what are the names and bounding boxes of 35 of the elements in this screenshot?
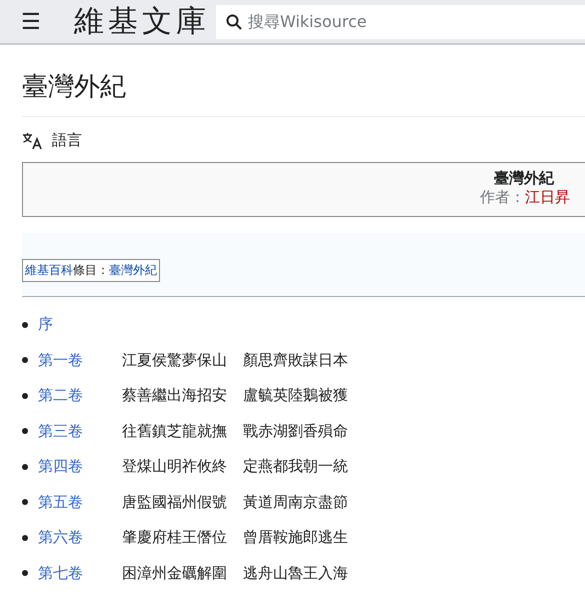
translate-icon bbox=[22, 132, 44, 150]
chapter-summary: 顏思齊敗謀日本 bbox=[243, 350, 348, 370]
chapter-link[interactable]: 第六卷 bbox=[38, 528, 122, 548]
chapter-link[interactable]: 第七卷 bbox=[38, 564, 122, 583]
chapter-summary: 困漳州金礪解圍 bbox=[122, 564, 227, 583]
chapter-summary: 黃道周南京盡節 bbox=[243, 492, 348, 512]
author-link[interactable]: 江日昇 bbox=[525, 188, 570, 207]
search-field[interactable]: 搜尋Wikisource bbox=[216, 4, 585, 38]
chapter-summary: 登煤山明祚攸終 bbox=[122, 457, 227, 476]
chapter-link[interactable]: 第五卷 bbox=[38, 492, 122, 512]
chapter-summary: 江夏侯驚夢保山 bbox=[122, 350, 227, 370]
chapter-link[interactable]: 第二卷 bbox=[38, 386, 122, 406]
chapter-link[interactable]: 序 bbox=[38, 315, 122, 334]
chapter-summary: 逃舟山魯王入海 bbox=[243, 564, 348, 583]
wikipedia-link[interactable]: 維基百科 bbox=[25, 262, 73, 279]
chapter-summary: 蔡善繼出海招安 bbox=[122, 386, 227, 406]
article-link[interactable]: 臺灣外紀 bbox=[109, 262, 157, 279]
chapter-summary: 唐監國福州假號 bbox=[122, 492, 227, 512]
work-title: 臺灣外紀 bbox=[494, 169, 554, 188]
chapter-summary: 盧毓英陸鵝被獲 bbox=[243, 386, 348, 406]
chapter-summary: 曾厝鞍施郎逃生 bbox=[243, 528, 348, 548]
language-button[interactable]: 語言 bbox=[22, 131, 82, 150]
page-title: 臺灣外紀 bbox=[22, 45, 585, 117]
author-label: 作者： bbox=[480, 188, 525, 207]
chapter-summary: 肇慶府桂王僭位 bbox=[122, 528, 227, 548]
note-label: 條目： bbox=[73, 262, 109, 279]
chapter-summary: 定燕都我朝一統 bbox=[243, 457, 348, 476]
chapter-link[interactable]: 第一卷 bbox=[38, 350, 122, 370]
chapter-link[interactable]: 第三卷 bbox=[38, 422, 122, 441]
chapter-summary: 往舊鎮芝龍就撫 bbox=[122, 422, 227, 441]
menu-button[interactable]: ☰ bbox=[16, 10, 46, 32]
search-icon bbox=[226, 14, 242, 30]
chapter-link[interactable]: 第四卷 bbox=[38, 457, 122, 476]
chapter-summary: 戰赤湖劉香殞命 bbox=[243, 422, 348, 441]
site-logo[interactable]: 維基文庫 bbox=[74, 1, 210, 42]
